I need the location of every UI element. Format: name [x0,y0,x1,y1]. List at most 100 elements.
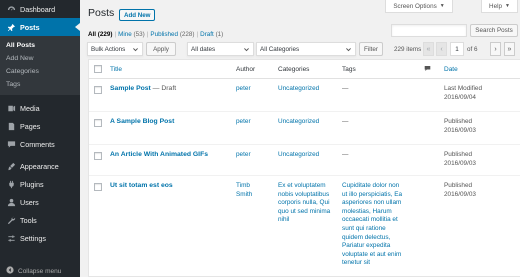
menu-plugins[interactable]: Plugins [0,175,80,193]
post-categories[interactable]: Uncategorized [278,85,338,94]
menu-label: Posts [20,22,40,32]
post-categories[interactable]: Uncategorized [278,151,338,160]
categories-select[interactable]: All Categories [256,42,356,56]
help-tab[interactable]: Help ▼ [481,0,518,13]
post-title-cell: Ut sit totam est eos [110,182,228,191]
post-title-link[interactable]: An Article With Animated GIFs [110,151,208,158]
menu-appearance[interactable]: Appearance [0,157,80,175]
screen-options-label: Screen Options [393,2,437,10]
post-author[interactable]: peter [236,85,270,94]
post-tags[interactable]: Cupiditate dolor non ut illo perspiciati… [342,182,406,268]
submenu-categories[interactable]: Categories [0,65,80,78]
user-icon [6,197,16,207]
view-published-label: Published [150,31,179,38]
date-status: Last Modified [444,85,483,92]
view-draft-label: Draft [200,31,214,38]
current-page-input[interactable]: 1 [450,42,464,56]
dashboard-icon [6,4,16,14]
date-value: 2016/09/04 [444,93,476,101]
post-author[interactable]: peter [236,118,270,127]
caret-down-icon: ▼ [505,3,510,9]
view-draft-count: (1) [215,31,224,38]
post-title-cell: A Sample Blog Post [110,118,228,127]
next-page-button[interactable]: › [490,42,501,56]
last-page-button[interactable]: » [504,42,515,56]
view-mine-count: (53) [133,31,145,38]
post-date: Published 2016/09/03 [444,118,520,135]
menu-dashboard[interactable]: Dashboard [0,0,80,18]
collapse-menu-button[interactable]: Collapse menu [0,265,80,277]
caret-down-icon: ▼ [439,3,445,9]
table-row: Sample Post — Draft peter Uncategorized … [89,79,520,112]
apply-button[interactable]: Apply [146,42,176,56]
menu-label: Tools [20,215,37,225]
main-content: Screen Options ▼ Help ▼ Posts Add New Al… [80,0,520,277]
settings-icon [6,233,16,243]
menu-pages[interactable]: Pages [0,117,80,135]
bulk-actions-select[interactable]: Bulk Actions [87,42,143,56]
column-date[interactable]: Date [444,66,458,73]
column-title[interactable]: Title [110,66,122,73]
total-pages: of 6 [467,46,478,53]
plug-icon [6,179,16,189]
post-author[interactable]: peter [236,151,270,160]
items-count: 229 items [394,46,422,53]
view-mine[interactable]: Mine (53) [118,31,145,38]
collapse-label: Collapse menu [18,267,62,275]
row-checkbox[interactable] [94,119,102,127]
post-title-cell: An Article With Animated GIFs [110,151,228,160]
submenu-tags[interactable]: Tags [0,78,80,91]
row-checkbox[interactable] [94,86,102,94]
menu-posts[interactable]: Posts [0,18,80,36]
menu-label: Pages [20,121,41,131]
menu-settings[interactable]: Settings [0,229,80,247]
menu-tools[interactable]: Tools [0,211,80,229]
post-state: — Draft [150,85,177,92]
view-draft[interactable]: Draft (1) [200,31,223,38]
table-row: An Article With Animated GIFs peter Unca… [89,145,520,176]
add-new-button[interactable]: Add New [119,9,156,21]
menu-label: Users [20,197,39,207]
post-categories[interactable]: Uncategorized [278,118,338,127]
categories-value: All Categories [260,45,300,53]
admin-sidebar: Dashboard Posts All Posts Add New Catego… [0,0,80,277]
table-row: A Sample Blog Post peter Uncategorized —… [89,112,520,145]
menu-media[interactable]: Media [0,99,80,117]
date-value: 2016/09/03 [444,126,476,134]
view-all[interactable]: All (229) [88,31,113,38]
row-checkbox[interactable] [94,152,102,160]
comment-bubble-icon[interactable] [424,65,431,72]
row-checkbox[interactable] [94,183,102,191]
post-title-link[interactable]: Sample Post [110,85,151,92]
first-page-button[interactable]: « [423,42,434,56]
search-input[interactable] [391,24,467,37]
view-published[interactable]: Published (228) [150,31,194,38]
submenu-add-new[interactable]: Add New [0,52,80,65]
post-status-views: All (229) | Mine (53) | Published (228) | Draf… [88,31,223,38]
post-author[interactable]: Timb Smith [236,182,264,199]
select-all-checkbox[interactable] [94,65,102,73]
screen-options-tab[interactable]: Screen Options ▼ [385,0,453,13]
posts-submenu: All Posts Add New Categories Tags [0,36,80,95]
page-icon [6,121,16,131]
search-posts-button[interactable]: Search Posts [470,24,518,37]
separator: | [196,31,199,38]
post-categories[interactable]: Ex et voluptatem nobis voluptatibus corp… [278,182,338,225]
menu-label: Media [20,103,40,113]
post-title-link[interactable]: Ut sit totam est eos [110,182,173,189]
menu-label: Dashboard [20,4,56,14]
submenu-all-posts[interactable]: All Posts [0,39,80,52]
pin-icon [6,22,16,32]
post-title-link[interactable]: A Sample Blog Post [110,118,174,125]
view-all-label: All [88,31,97,38]
brush-icon [6,161,16,171]
filter-button[interactable]: Filter [359,42,383,56]
menu-users[interactable]: Users [0,193,80,211]
date-value: 2016/09/03 [444,159,476,167]
column-categories: Categories [278,66,310,73]
date-status: Published [444,182,473,189]
menu-comments[interactable]: Comments [0,135,80,153]
post-title-cell: Sample Post — Draft [110,85,228,94]
dates-select[interactable]: All dates [187,42,254,56]
prev-page-button[interactable]: ‹ [436,42,447,56]
